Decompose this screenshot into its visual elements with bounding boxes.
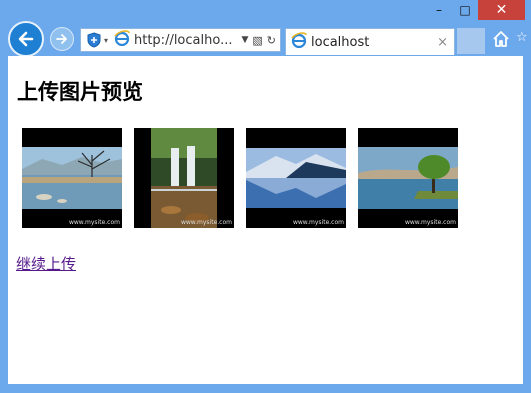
ie-page-icon bbox=[114, 30, 130, 50]
preview-image-3: www.mysite.com bbox=[246, 128, 346, 228]
address-url-text[interactable]: http://localho... bbox=[134, 33, 232, 48]
watermark-text: www.mysite.com bbox=[180, 219, 232, 226]
back-arrow-icon bbox=[18, 31, 34, 47]
minimize-button[interactable]: – bbox=[426, 0, 452, 20]
tab-title: localhost bbox=[311, 34, 370, 50]
waterfall-picture bbox=[151, 128, 217, 228]
close-window-button[interactable]: ✕ bbox=[478, 0, 525, 20]
address-tools: ▼ ▧ ↻ bbox=[241, 34, 280, 47]
lake-tree-picture bbox=[22, 147, 122, 209]
preview-image-2: www.mysite.com bbox=[134, 128, 234, 228]
forward-arrow-icon bbox=[56, 34, 67, 44]
address-bar[interactable]: ▾ http://localho... ▼ ▧ ↻ bbox=[80, 28, 281, 52]
watermark-text: www.mysite.com bbox=[292, 219, 344, 226]
ie-tab-icon bbox=[291, 32, 307, 52]
watermark-text: www.mysite.com bbox=[68, 219, 120, 226]
forward-button[interactable] bbox=[50, 27, 74, 51]
shield-dropdown-icon[interactable]: ▾ bbox=[104, 36, 114, 45]
page-content: 上传图片预览 www.mysite.com www.mysite.com www… bbox=[8, 56, 523, 384]
preview-image-4: www.mysite.com bbox=[358, 128, 458, 228]
tab-close-icon[interactable]: × bbox=[437, 35, 448, 50]
browser-window: – □ ✕ ▾ http://localho... ▼ ▧ ↻ localhos bbox=[0, 0, 531, 393]
security-shield-icon[interactable] bbox=[85, 31, 103, 49]
willow-shore-picture bbox=[358, 147, 458, 209]
compatibility-view-icon[interactable]: ▧ bbox=[252, 34, 262, 47]
watermark-text: www.mysite.com bbox=[404, 219, 456, 226]
back-button[interactable] bbox=[8, 21, 44, 57]
title-bar: – □ ✕ bbox=[0, 0, 531, 26]
new-tab-button[interactable] bbox=[457, 28, 485, 54]
refresh-icon[interactable]: ↻ bbox=[267, 34, 276, 47]
favorites-icon[interactable]: ☆ bbox=[516, 30, 530, 48]
maximize-button[interactable]: □ bbox=[452, 0, 478, 20]
page-title: 上传图片预览 bbox=[17, 79, 143, 104]
mountain-lake-picture bbox=[246, 148, 346, 208]
browser-tab-localhost[interactable]: localhost × bbox=[285, 28, 455, 55]
search-dropdown-icon[interactable]: ▼ bbox=[241, 35, 248, 45]
continue-upload-link[interactable]: 继续上传 bbox=[16, 253, 76, 274]
home-icon[interactable] bbox=[492, 30, 510, 48]
preview-image-1: www.mysite.com bbox=[22, 128, 122, 228]
